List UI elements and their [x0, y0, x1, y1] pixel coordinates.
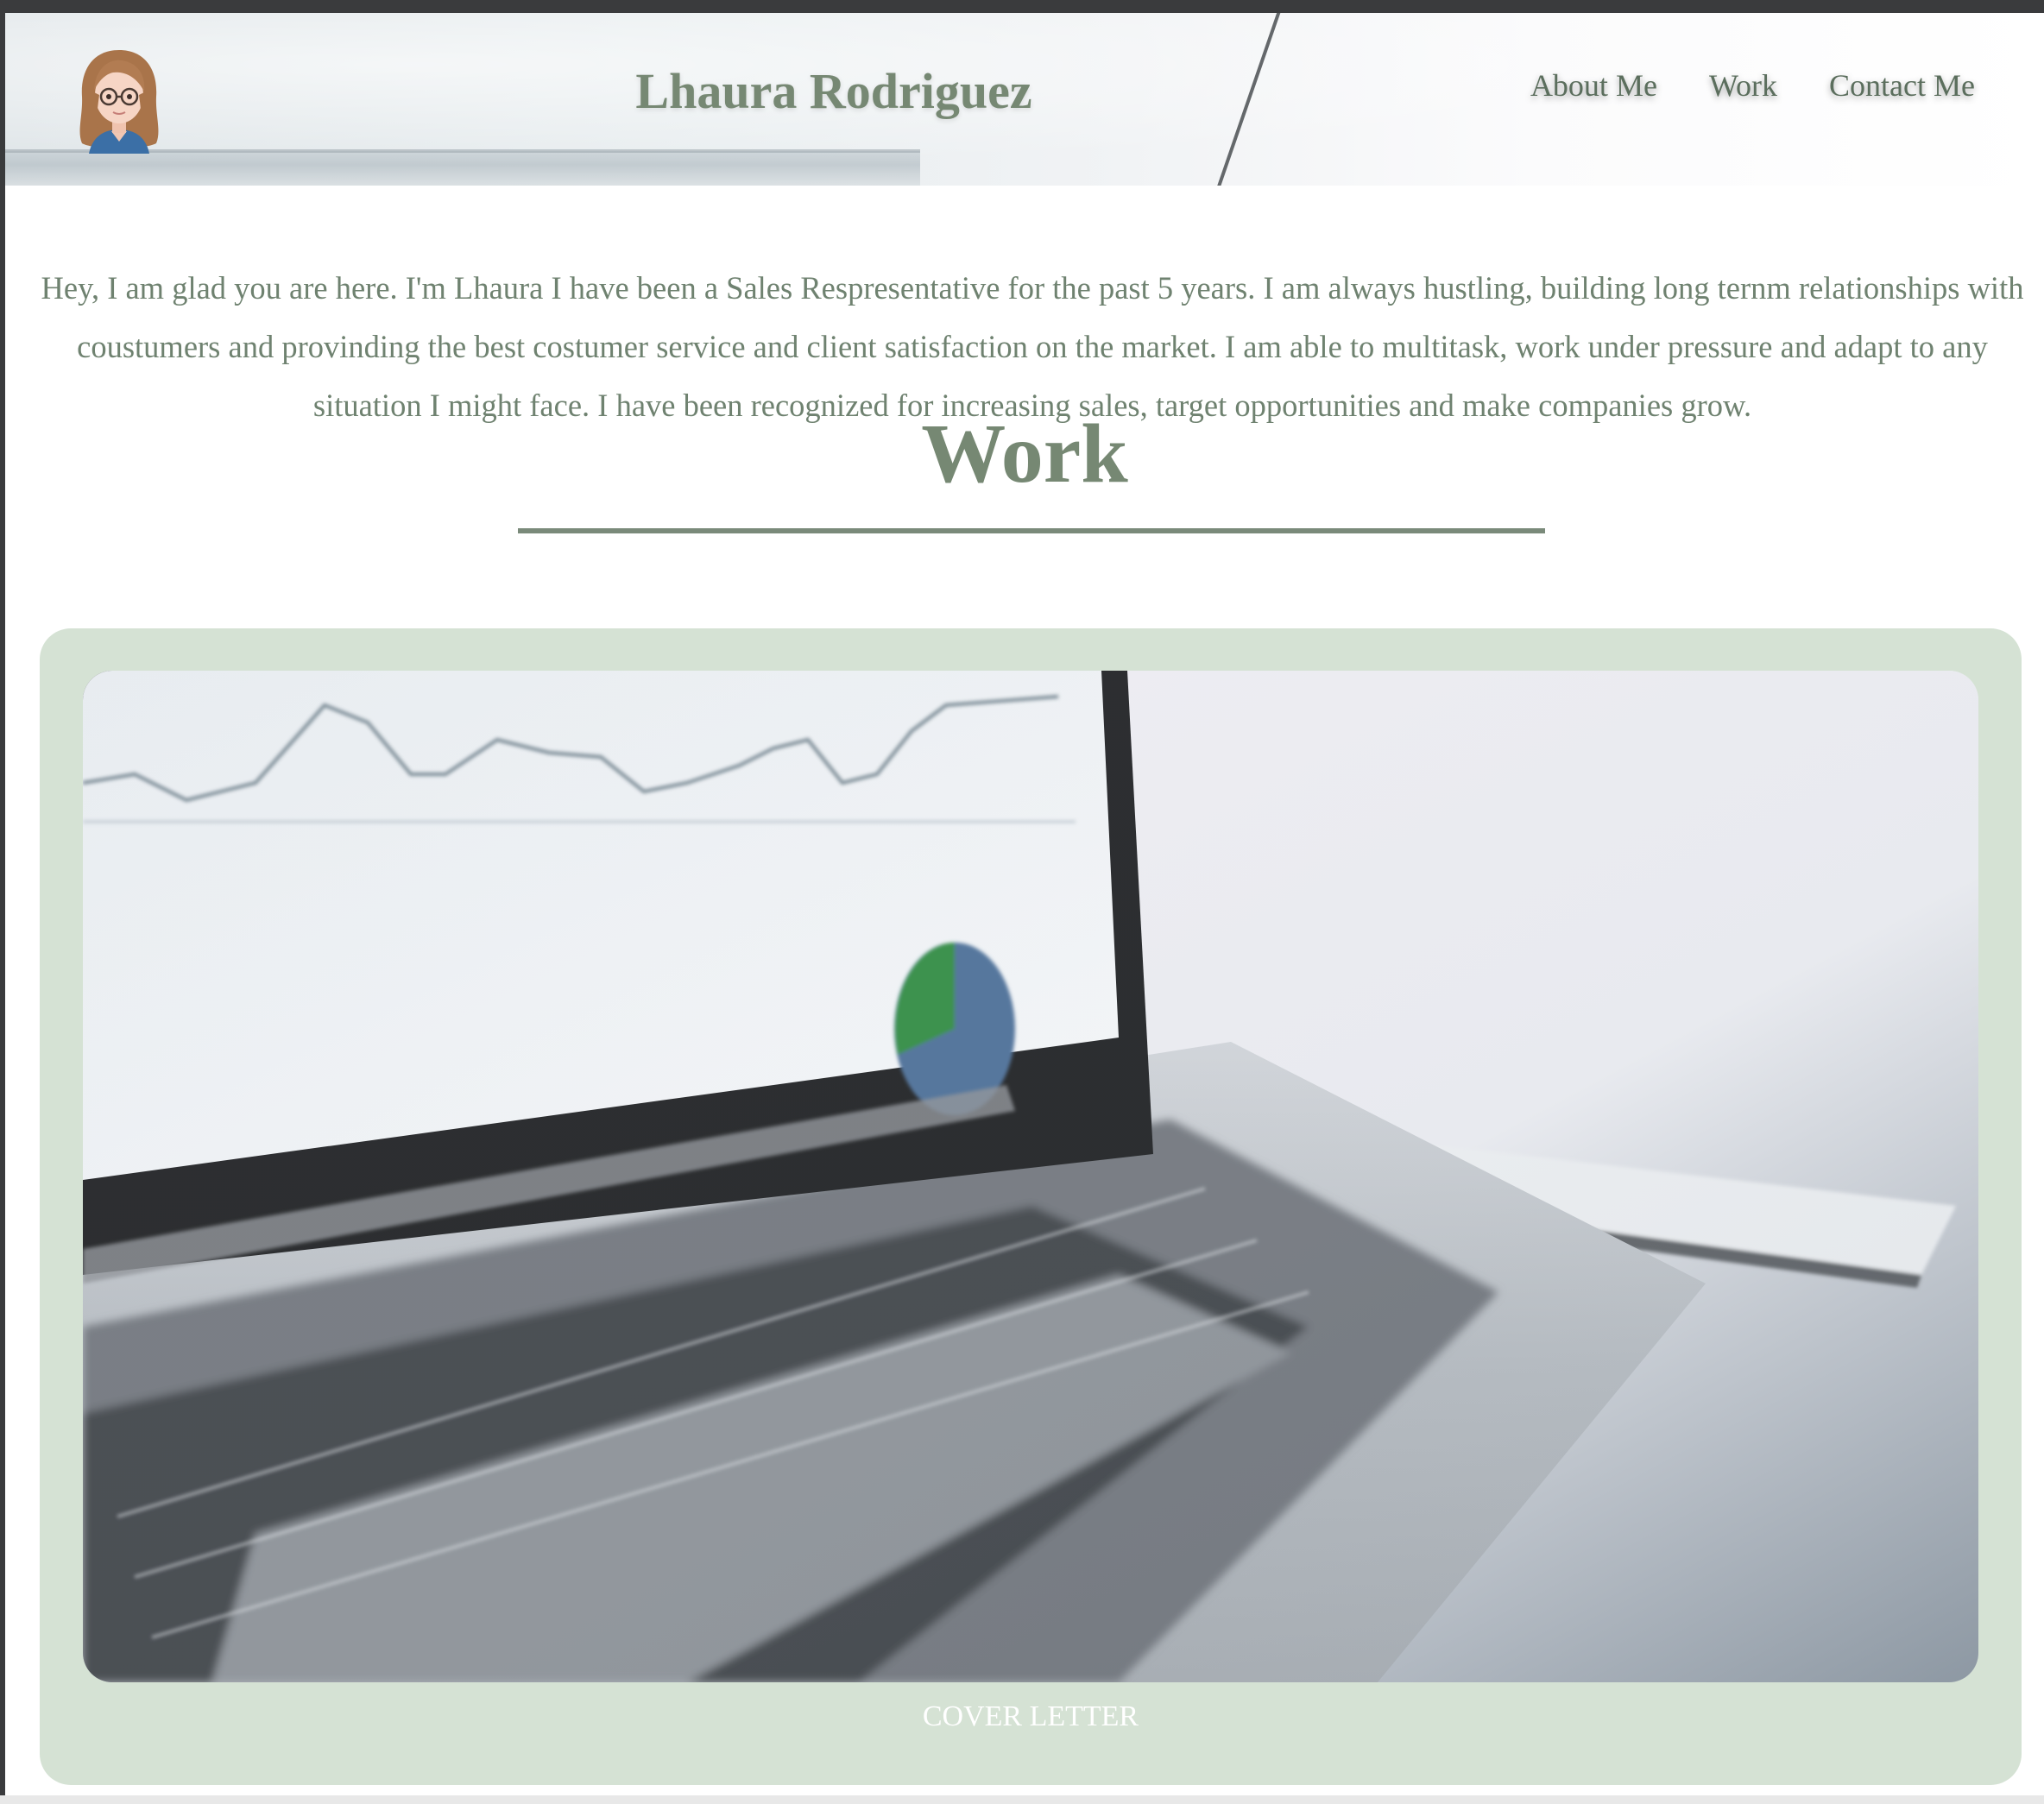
nav-link-work[interactable]: Work [1709, 70, 1777, 101]
avatar [73, 47, 165, 154]
laptop-photo[interactable] [83, 671, 1978, 1682]
header-background-desk [5, 151, 920, 186]
card-caption[interactable]: COVER LETTER [40, 1702, 2022, 1731]
laptop-illustration [83, 671, 1978, 1682]
main-nav: About Me Work Contact Me [1479, 70, 1975, 101]
nav-link-about-me[interactable]: About Me [1530, 70, 1657, 101]
work-card[interactable]: COVER LETTER [40, 628, 2022, 1785]
site-header: Lhaura Rodriguez About Me Work Contact M… [5, 13, 2044, 186]
window-bottom-edge [0, 1795, 2044, 1804]
nav-link-contact-me[interactable]: Contact Me [1829, 70, 1975, 101]
site-title: Lhaura Rodriguez [635, 63, 1032, 119]
work-section-heading: Work [921, 407, 1128, 501]
section-divider [518, 528, 1545, 533]
page: Lhaura Rodriguez About Me Work Contact M… [5, 13, 2044, 1795]
